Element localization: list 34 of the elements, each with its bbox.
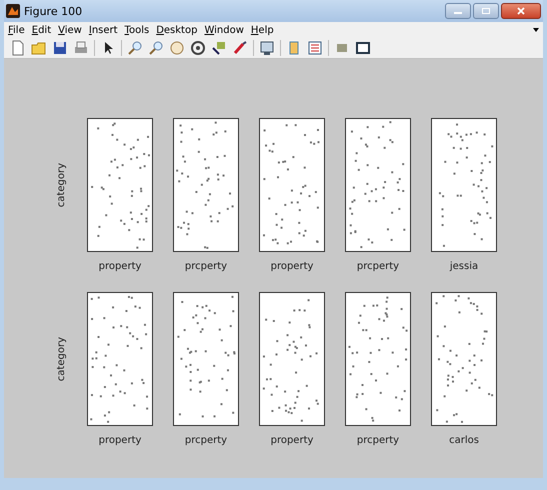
- x-axis-label: property: [270, 261, 314, 272]
- x-axis-label: property: [270, 435, 314, 446]
- minimize-button[interactable]: [445, 3, 471, 19]
- zoomout-icon[interactable]: [148, 40, 164, 56]
- print-icon[interactable]: [73, 40, 89, 56]
- menu-item[interactable]: Tools: [124, 24, 150, 36]
- close-icon: [516, 7, 526, 15]
- x-axis-label: jessia: [450, 261, 478, 272]
- x-axis-label: prcperty: [184, 435, 228, 446]
- x-axis-label: prcperty: [356, 435, 400, 446]
- menu-item[interactable]: Help: [250, 24, 274, 36]
- open-icon[interactable]: [31, 40, 47, 56]
- x-axis-label: prcperty: [184, 261, 228, 272]
- menu-item[interactable]: File: [8, 24, 25, 36]
- menu-item[interactable]: Window: [204, 24, 244, 36]
- dock-arrow-icon[interactable]: [533, 27, 539, 33]
- new-icon[interactable]: [10, 40, 26, 56]
- menu-item[interactable]: View: [58, 24, 82, 36]
- maximize-button[interactable]: [473, 3, 499, 19]
- x-axis-label: property: [98, 435, 142, 446]
- save-icon[interactable]: [52, 40, 68, 56]
- menu-item[interactable]: Edit: [32, 24, 52, 36]
- x-axis-label: prcperty: [356, 261, 400, 272]
- x-axis-label: carlos: [449, 435, 479, 446]
- window-title: Figure 100: [24, 4, 82, 18]
- y-axis-label: category: [56, 336, 66, 382]
- x-axis-label: property: [98, 261, 142, 272]
- y-axis-label: category: [56, 162, 66, 208]
- menu-item[interactable]: Insert: [88, 24, 118, 36]
- menu-item[interactable]: Desktop: [156, 24, 198, 36]
- close-button[interactable]: [501, 3, 541, 19]
- app-icon: [6, 4, 20, 18]
- zoomin-icon[interactable]: [127, 40, 143, 56]
- maximize-icon: [481, 7, 491, 15]
